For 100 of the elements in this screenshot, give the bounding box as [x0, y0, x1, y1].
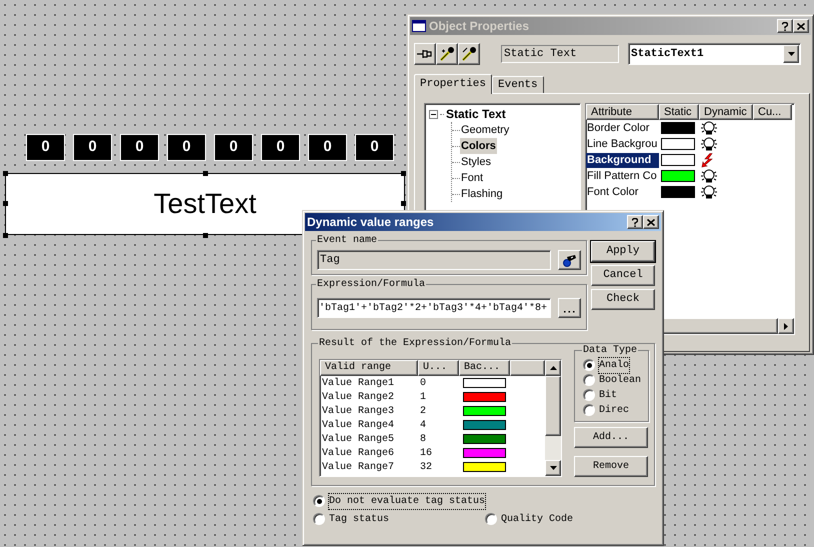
- radio-label[interactable]: Do not evaluate tag status: [329, 494, 486, 508]
- radio-label[interactable]: Quality Code: [501, 512, 574, 526]
- radio-label[interactable]: Direc: [599, 402, 630, 418]
- digit-display: 0: [261, 134, 300, 161]
- selection-handle[interactable]: [203, 171, 208, 176]
- eyedropper-icon: [461, 46, 477, 62]
- tab[interactable]: Events: [492, 76, 544, 93]
- color-swatch[interactable]: [661, 122, 695, 134]
- column-header[interactable]: Static: [659, 104, 699, 120]
- radio-label[interactable]: Boolean: [599, 372, 642, 388]
- digit-display: 0: [355, 134, 394, 161]
- tree-item[interactable]: Font: [460, 170, 484, 186]
- color-swatch[interactable]: [463, 378, 506, 388]
- radio-button[interactable]: [313, 495, 325, 507]
- column-header[interactable]: [510, 360, 545, 376]
- color-swatch[interactable]: [661, 170, 695, 182]
- attribute-name[interactable]: Background: [586, 152, 659, 168]
- radio-button[interactable]: [583, 359, 595, 371]
- selection-handle[interactable]: [203, 233, 208, 238]
- column-header[interactable]: Bac...: [459, 360, 510, 376]
- selection-handle[interactable]: [401, 201, 406, 206]
- digit-display: 0: [73, 134, 112, 161]
- column-header[interactable]: Dynamic: [699, 104, 753, 120]
- tree-item[interactable]: Static Text: [446, 105, 506, 123]
- eyedropper-icon: [439, 46, 455, 62]
- radio-button[interactable]: [583, 389, 595, 401]
- object-name: StaticText1: [630, 46, 705, 62]
- column-header[interactable]: U...: [418, 360, 459, 376]
- event-name-field[interactable]: Tag: [317, 250, 551, 270]
- range-name[interactable]: Value Range5: [320, 432, 418, 446]
- toolbar-button[interactable]: [436, 43, 458, 65]
- attribute-name[interactable]: Border Color: [586, 120, 659, 136]
- range-name[interactable]: Value Range2: [320, 390, 418, 404]
- close-button[interactable]: [793, 19, 809, 33]
- color-swatch[interactable]: [463, 420, 506, 430]
- help-button[interactable]: [777, 19, 793, 33]
- help-icon: [782, 22, 788, 30]
- selection-handle[interactable]: [3, 233, 8, 238]
- object-name-combo[interactable]: StaticText1: [628, 43, 801, 65]
- radio-label[interactable]: Tag status: [329, 512, 390, 526]
- dialog-button[interactable]: Cancel: [591, 265, 655, 286]
- range-value: 0: [419, 376, 428, 390]
- pin-icon: [417, 48, 433, 60]
- toolbar-button[interactable]: [458, 43, 480, 65]
- column-header[interactable]: Cu...: [753, 104, 792, 120]
- column-header[interactable]: Attribute: [586, 104, 659, 120]
- color-swatch[interactable]: [463, 392, 506, 402]
- attribute-name[interactable]: Line Backgrou: [586, 136, 659, 152]
- color-swatch[interactable]: [661, 154, 695, 166]
- window-icon: [412, 20, 426, 32]
- tag-browse-icon: [562, 254, 577, 266]
- color-swatch[interactable]: [463, 434, 506, 444]
- radio-button[interactable]: [583, 404, 595, 416]
- digit-display: 0: [214, 134, 253, 161]
- toolbar-button[interactable]: [414, 43, 436, 65]
- tree-item[interactable]: Colors: [460, 138, 497, 154]
- radio-button[interactable]: [485, 513, 497, 525]
- selection-handle[interactable]: [401, 171, 406, 176]
- window-title: Object Properties: [429, 18, 530, 35]
- radio-label[interactable]: Analo: [599, 358, 630, 372]
- dialog-button[interactable]: Apply: [591, 241, 655, 262]
- up-arrow-icon: [550, 366, 556, 370]
- color-swatch[interactable]: [661, 186, 695, 198]
- close-button[interactable]: [643, 215, 659, 229]
- help-button[interactable]: [627, 215, 643, 229]
- tree-item[interactable]: Styles: [460, 154, 492, 170]
- window-title: Dynamic value ranges: [307, 214, 435, 231]
- dialog-button[interactable]: Check: [591, 289, 655, 310]
- tag-browse-button[interactable]: [558, 250, 581, 270]
- radio-button[interactable]: [313, 513, 325, 525]
- color-swatch[interactable]: [463, 406, 506, 416]
- range-value: 8: [419, 432, 428, 446]
- expression-field[interactable]: 'bTag1'+'bTag2'*2+'bTag3'*4+'bTag4'*8+: [317, 298, 551, 318]
- attribute-name[interactable]: Fill Pattern Co: [586, 168, 659, 184]
- range-name[interactable]: Value Range1: [320, 376, 418, 390]
- radio-label[interactable]: Bit: [599, 388, 618, 402]
- range-name[interactable]: Value Range7: [320, 460, 418, 474]
- digit-display: 0: [308, 134, 347, 161]
- browse-button[interactable]: [558, 298, 581, 318]
- digit-display: 0: [120, 134, 159, 161]
- column-header[interactable]: Valid range: [320, 360, 418, 376]
- list-button[interactable]: Remove: [574, 456, 648, 477]
- color-swatch[interactable]: [661, 138, 695, 150]
- range-name[interactable]: Value Range4: [320, 418, 418, 432]
- attribute-name[interactable]: Font Color: [586, 184, 659, 200]
- color-swatch[interactable]: [463, 462, 506, 472]
- list-button[interactable]: Add...: [574, 427, 648, 448]
- dropdown-button[interactable]: [783, 45, 799, 63]
- range-value: 1: [419, 390, 428, 404]
- tab[interactable]: Properties: [414, 74, 492, 94]
- selection-handle[interactable]: [3, 201, 8, 206]
- range-name[interactable]: Value Range3: [320, 404, 418, 418]
- tree-item[interactable]: Flashing: [460, 186, 504, 202]
- tree-item[interactable]: Geometry: [460, 122, 510, 138]
- radio-button[interactable]: [583, 374, 595, 386]
- range-name[interactable]: Value Range6: [320, 446, 418, 460]
- color-swatch[interactable]: [463, 448, 506, 458]
- vertical-scrollbar[interactable]: [545, 360, 561, 476]
- selection-handle[interactable]: [3, 171, 8, 176]
- range-value: 2: [419, 404, 428, 418]
